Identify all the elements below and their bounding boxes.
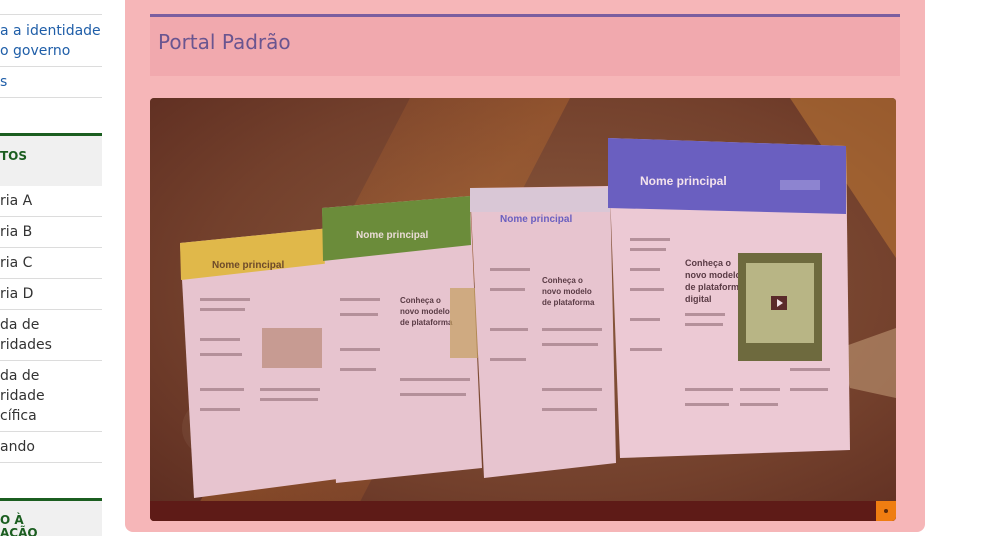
sidebar-divider <box>0 97 102 98</box>
page-title: Portal Padrão <box>158 30 291 54</box>
mockup-page-2: Nome principal Conheça o novo modelo de … <box>322 196 482 483</box>
sidebar-item-categoria-a[interactable]: ria A <box>0 191 102 211</box>
sidebar-item-categoria-c[interactable]: ria C <box>0 253 102 273</box>
sidebar-divider <box>0 66 102 67</box>
mockup-page-4: Nome principal Conheça o novo modelo de … <box>608 138 850 458</box>
sidebar-link-s[interactable]: s <box>0 72 102 92</box>
sidebar-divider <box>0 431 102 432</box>
svg-text:de plataforma: de plataforma <box>400 318 453 327</box>
sidebar-divider <box>0 462 102 463</box>
sidebar-divider <box>0 309 102 310</box>
svg-text:de plataforma: de plataforma <box>685 282 745 292</box>
sidebar-item-ando[interactable]: ando <box>0 437 102 457</box>
sidebar-section-header: TOS <box>0 133 102 186</box>
sidebar-item-categoria-d[interactable]: ria D <box>0 284 102 304</box>
svg-text:Nome principal: Nome principal <box>500 214 572 225</box>
svg-text:novo modelo: novo modelo <box>400 307 450 316</box>
portal-mockups-image: Nome principal Nome principal Conheça o … <box>150 98 896 521</box>
svg-text:Conheça o: Conheça o <box>400 296 441 305</box>
sidebar-divider <box>0 360 102 361</box>
svg-text:Nome principal: Nome principal <box>356 230 428 241</box>
svg-text:digital: digital <box>685 294 712 304</box>
svg-text:Nome principal: Nome principal <box>212 260 284 271</box>
portal-panel: Portal Padrão Nome principal Nome princi… <box>125 0 925 532</box>
left-sidebar: a a identidade o governo s TOS ria A ria… <box>0 0 102 536</box>
sidebar-item-label: da de <box>0 368 40 384</box>
sidebar-item-label: da de <box>0 317 40 333</box>
sidebar-divider <box>0 278 102 279</box>
sidebar-section-header: O À AÇÃO <box>0 498 102 536</box>
sidebar-item-label: ridades <box>0 337 52 353</box>
sidebar-section-title: TOS <box>0 149 28 163</box>
sidebar-divider <box>0 247 102 248</box>
carousel-controls <box>150 501 896 521</box>
svg-text:Conheça o: Conheça o <box>542 276 583 285</box>
sidebar-divider <box>0 216 102 217</box>
svg-text:de plataforma: de plataforma <box>542 298 595 307</box>
mockup-page-1: Nome principal <box>180 228 345 498</box>
svg-text:Nome principal: Nome principal <box>640 174 727 188</box>
sidebar-divider <box>0 14 102 15</box>
mockup-page-3: Nome principal Conheça o novo modelo de … <box>470 186 616 478</box>
portal-header: Portal Padrão <box>150 14 900 76</box>
sidebar-link-identidade[interactable]: a a identidade <box>0 21 102 41</box>
svg-text:novo modelo: novo modelo <box>685 270 742 280</box>
sidebar-item-label: cífica <box>0 408 37 424</box>
sidebar-item-label: ridade <box>0 388 45 404</box>
carousel-slide-dot[interactable] <box>876 501 896 521</box>
svg-text:novo modelo: novo modelo <box>542 287 592 296</box>
sidebar-link-governo[interactable]: o governo <box>0 41 102 61</box>
carousel-image[interactable]: Nome principal Nome principal Conheça o … <box>150 98 896 521</box>
sidebar-section-title: AÇÃO <box>0 526 38 536</box>
sidebar-item-categoria-b[interactable]: ria B <box>0 222 102 242</box>
svg-text:Conheça o: Conheça o <box>685 258 732 268</box>
